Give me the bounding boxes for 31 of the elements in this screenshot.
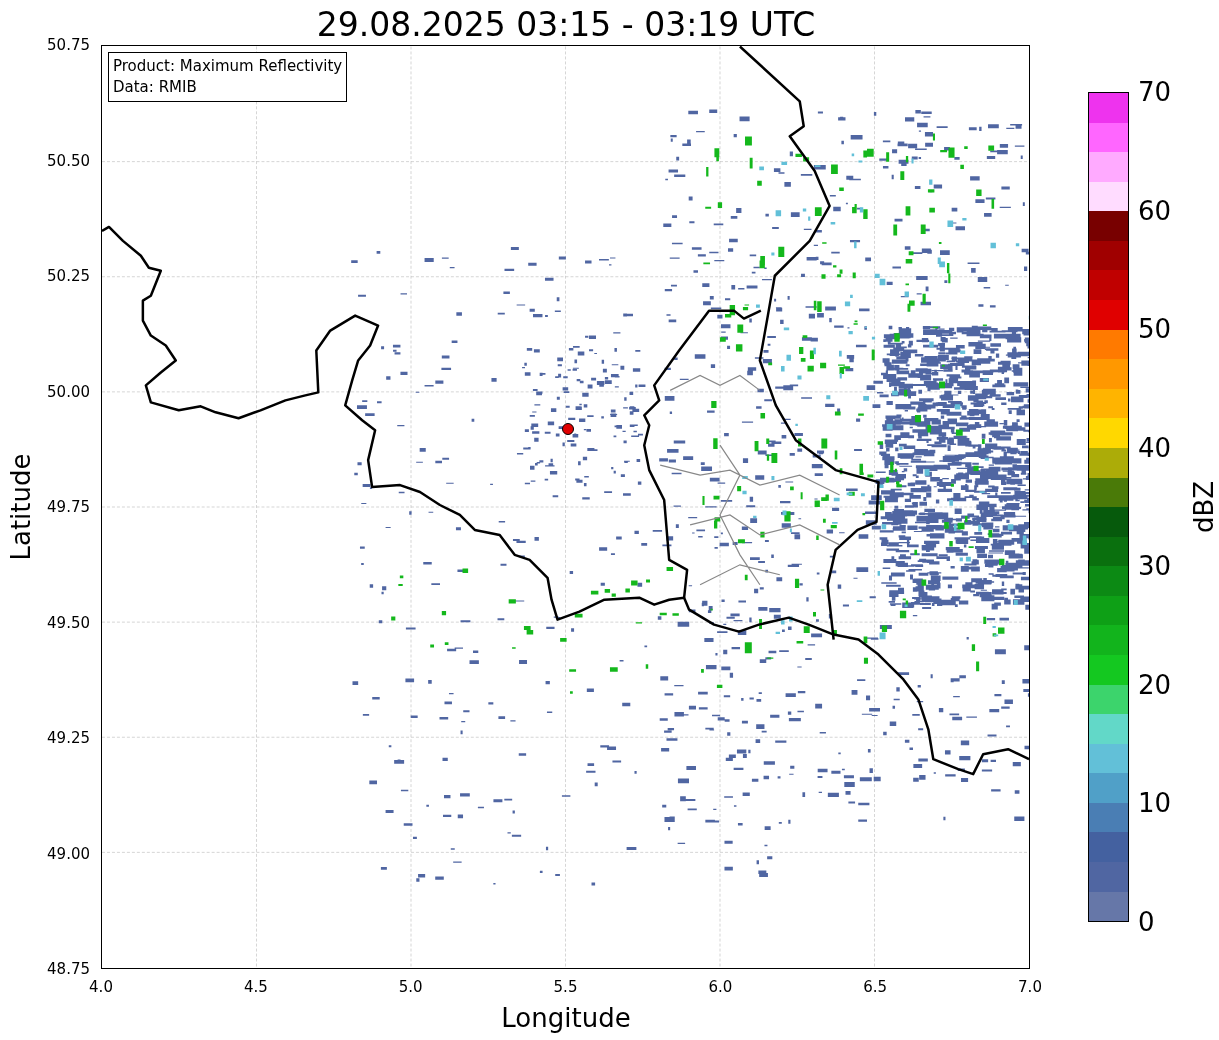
tick-label: 48.75: [47, 960, 90, 978]
tick-label: 50.75: [47, 36, 90, 54]
tick-label: 5.5: [553, 978, 578, 996]
tick-label: 10: [1138, 788, 1172, 819]
tick-label: 49.00: [47, 844, 90, 863]
tick-label: 49.50: [47, 613, 90, 632]
tick-label: 70: [1138, 77, 1172, 107]
tick-label: 6.5: [863, 978, 888, 996]
tick-label: 4.0: [89, 978, 113, 996]
tick-label: 5.0: [398, 978, 423, 996]
radar-site-marker: [562, 423, 574, 435]
axis-label: Longitude: [501, 1003, 631, 1033]
tick-label: 30: [1138, 551, 1172, 582]
tick-label: 7.0: [1018, 978, 1042, 996]
axis-label: dBZ: [1189, 480, 1219, 534]
tick-label: 6.0: [708, 978, 733, 996]
legend-text: Product: Maximum Reflectivity: [113, 56, 343, 77]
tick-label: 40: [1138, 432, 1172, 463]
tick-label: 20: [1138, 669, 1172, 700]
legend-text: Data: RMIB: [113, 77, 198, 98]
tick-label: 50.00: [47, 382, 90, 401]
tick-label: 0: [1138, 907, 1155, 937]
chart-title: 29.08.2025 03:15 - 03:19 UTC: [315, 4, 817, 45]
tick-label: 49.25: [47, 729, 90, 747]
tick-label: 60: [1138, 195, 1172, 226]
tick-label: 4.5: [243, 978, 268, 996]
axis-label: Latitude: [5, 453, 35, 561]
tick-label: 50.50: [47, 151, 90, 170]
tick-label: 50: [1138, 314, 1172, 345]
tick-label: 50.25: [47, 267, 90, 285]
tick-label: 49.75: [47, 498, 90, 516]
